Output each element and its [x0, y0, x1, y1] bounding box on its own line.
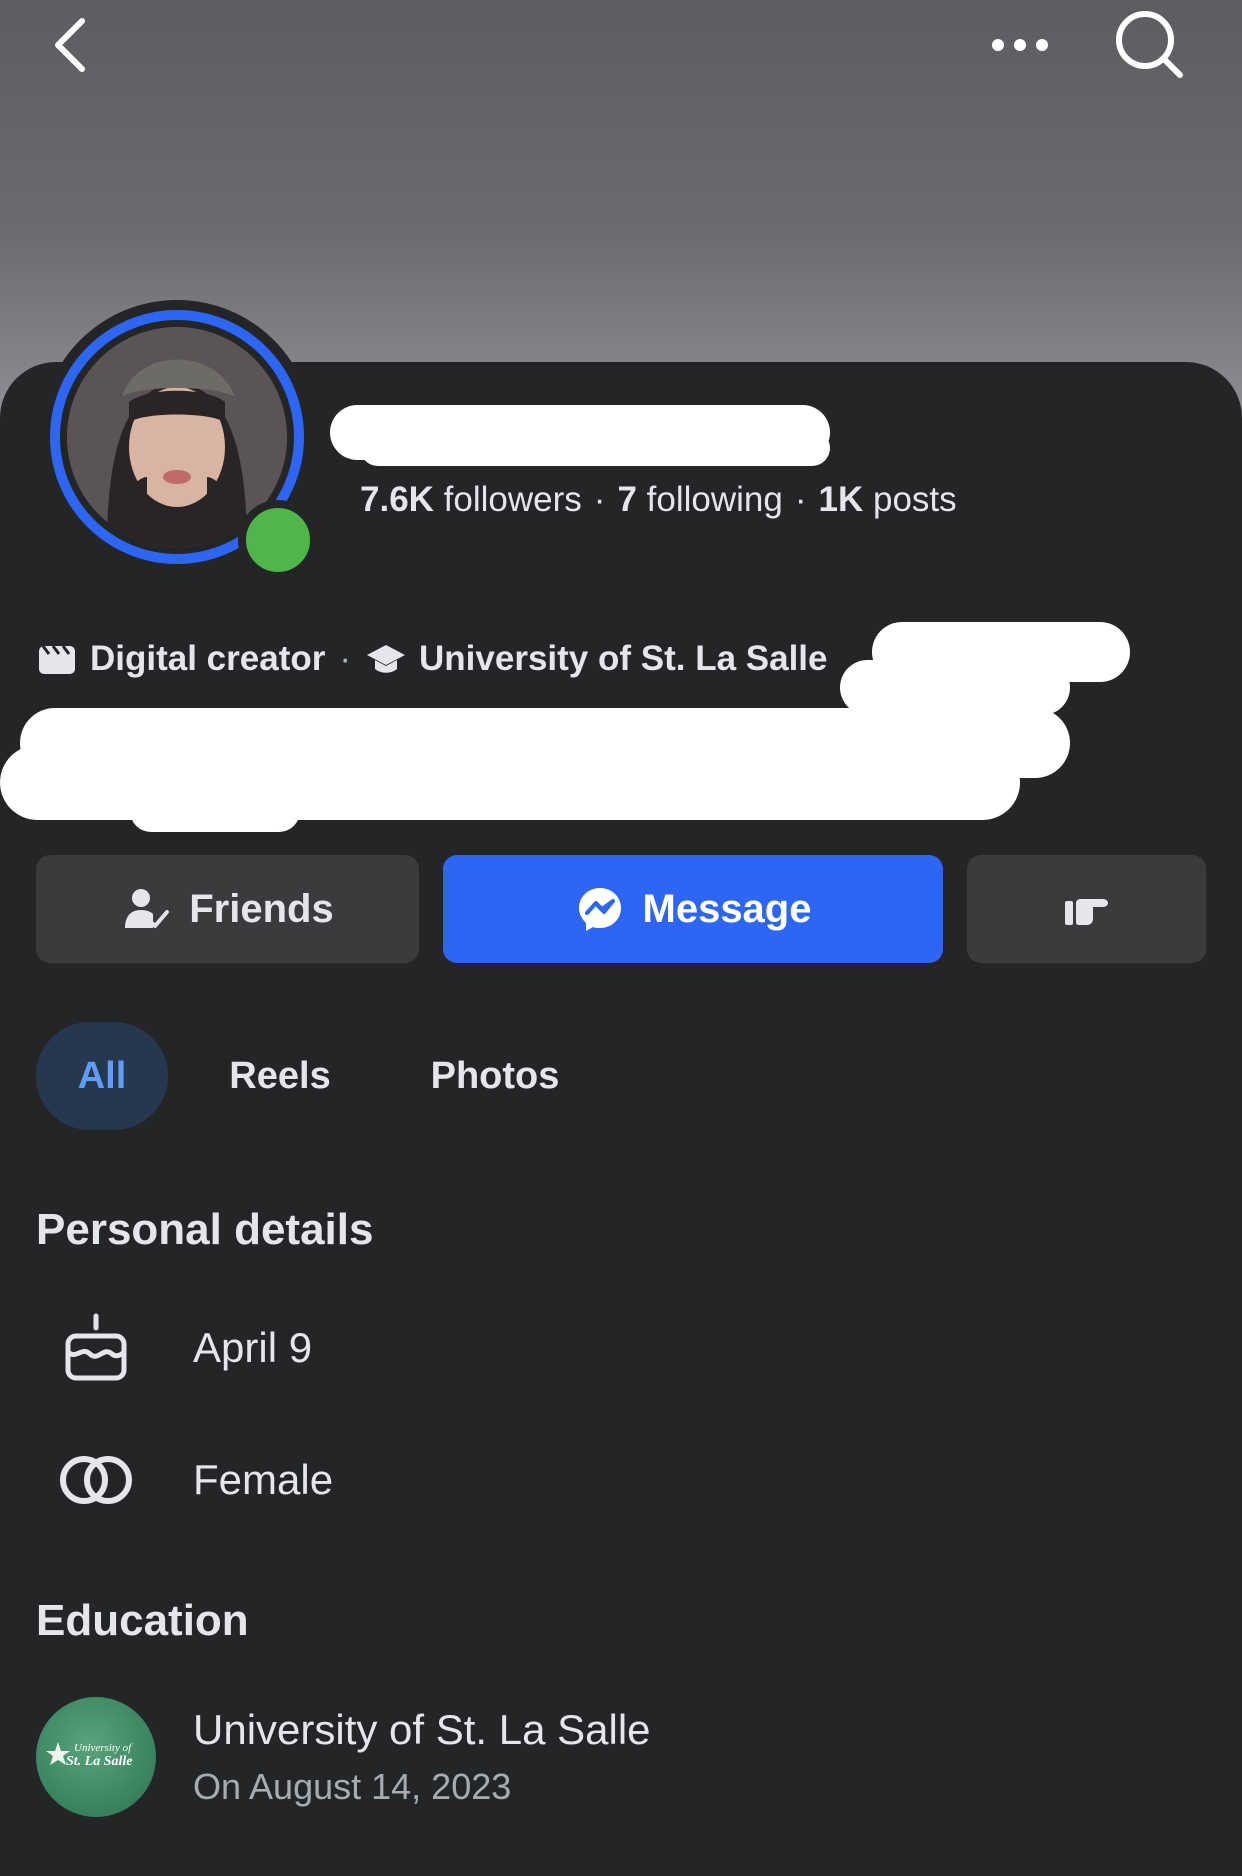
online-status-badge	[238, 500, 318, 580]
gender-row: Female	[0, 1430, 1242, 1530]
profile-intro-line: Digital creator · University of St. La S…	[36, 638, 827, 680]
tab-all[interactable]: All	[36, 1022, 168, 1130]
logo-text-line1: University of	[74, 1742, 133, 1754]
redacted-name-2	[360, 430, 830, 466]
more-options-button[interactable]	[985, 20, 1055, 70]
chevron-left-icon	[55, 18, 85, 72]
category-label: Digital creator	[90, 639, 326, 678]
following-stat[interactable]: 7 following	[617, 480, 782, 519]
search-button[interactable]	[1110, 5, 1190, 85]
education-date: On August 14, 2023	[193, 1766, 512, 1807]
message-label: Message	[642, 886, 812, 931]
message-button[interactable]: Message	[443, 855, 943, 963]
school-logo[interactable]: University of St. La Salle	[36, 1697, 156, 1817]
redacted-bio-5	[130, 790, 300, 832]
friends-check-icon	[121, 884, 171, 934]
poke-hand-icon	[1062, 884, 1112, 934]
gender-value: Female	[193, 1456, 334, 1503]
interlocking-rings-icon	[56, 1440, 136, 1520]
clapperboard-icon	[36, 638, 78, 680]
friends-label: Friends	[189, 886, 334, 931]
school-logo-emblem: University of St. La Salle	[46, 1742, 133, 1769]
messenger-icon	[575, 884, 625, 934]
education-heading: Education	[36, 1596, 249, 1645]
search-icon	[1116, 11, 1183, 78]
logo-text-line2: St. La Salle	[66, 1754, 133, 1769]
more-horizontal-icon	[992, 39, 1048, 51]
education-school-name[interactable]: University of St. La Salle	[193, 1706, 651, 1754]
birthday-cake-icon	[56, 1308, 136, 1388]
redacted-bio-2	[840, 660, 1070, 715]
birthday-row: April 9	[0, 1298, 1242, 1398]
tab-photos[interactable]: Photos	[410, 1022, 580, 1130]
back-button[interactable]	[40, 10, 100, 80]
tab-reels[interactable]: Reels	[210, 1022, 350, 1130]
followers-stat[interactable]: 7.6K followers	[360, 480, 582, 519]
personal-details-heading: Personal details	[36, 1205, 374, 1254]
posts-stat[interactable]: 1K posts	[819, 480, 957, 519]
poke-button[interactable]	[967, 855, 1206, 963]
graduation-cap-icon	[365, 638, 407, 680]
profile-page: 7.6K followers · 7 following · 1K posts Digi…	[0, 0, 1242, 1876]
birthday-value: April 9	[193, 1324, 313, 1371]
follow-stats: 7.6K followers · 7 following · 1K posts	[360, 480, 957, 519]
profile-card	[0, 362, 1242, 1876]
school-label[interactable]: University of St. La Salle	[419, 639, 827, 679]
friends-button[interactable]: Friends	[36, 855, 419, 963]
